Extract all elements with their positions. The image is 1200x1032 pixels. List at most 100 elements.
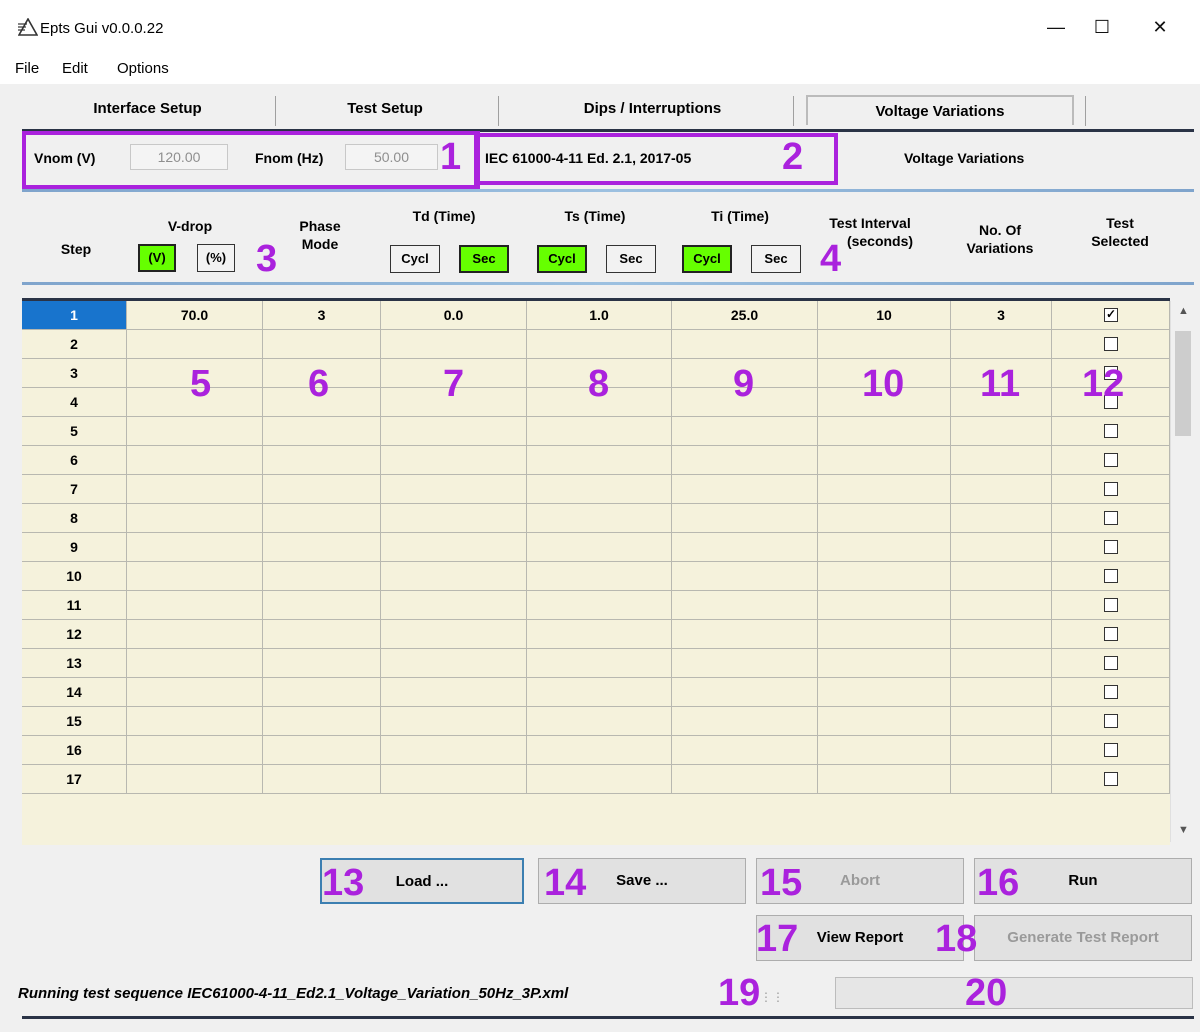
step-number[interactable]: 2: [22, 330, 127, 359]
step-number[interactable]: 9: [22, 533, 127, 562]
step-number[interactable]: 15: [22, 707, 127, 736]
step-number[interactable]: 14: [22, 678, 127, 707]
phase-cell[interactable]: [263, 417, 381, 446]
td-cell[interactable]: [381, 417, 527, 446]
phase-cell[interactable]: [263, 649, 381, 678]
td-cell[interactable]: [381, 649, 527, 678]
ti-cell[interactable]: [672, 504, 818, 533]
ts-cell[interactable]: [527, 765, 672, 794]
table-row[interactable]: 2: [22, 330, 1170, 359]
ts-cell[interactable]: [527, 330, 672, 359]
scroll-down-icon[interactable]: ▼: [1178, 824, 1189, 836]
test-selected-cell[interactable]: [1052, 591, 1170, 620]
variations-cell[interactable]: [951, 707, 1052, 736]
test-selected-checkbox[interactable]: [1104, 569, 1118, 583]
interval-cell[interactable]: [818, 475, 951, 504]
table-row[interactable]: 12: [22, 620, 1170, 649]
test-selected-checkbox[interactable]: ✓: [1104, 308, 1118, 322]
td-sec-toggle[interactable]: Sec: [459, 245, 509, 273]
variations-cell[interactable]: [951, 446, 1052, 475]
test-selected-cell[interactable]: [1052, 562, 1170, 591]
variations-cell[interactable]: [951, 417, 1052, 446]
td-cell[interactable]: [381, 736, 527, 765]
variations-cell[interactable]: [951, 620, 1052, 649]
ti-sec-toggle[interactable]: Sec: [751, 245, 801, 273]
ts-cell[interactable]: [527, 475, 672, 504]
tab-voltage-variations[interactable]: Voltage Variations: [830, 103, 1050, 125]
table-row[interactable]: 9: [22, 533, 1170, 562]
scroll-thumb[interactable]: [1175, 331, 1191, 436]
table-row[interactable]: 16: [22, 736, 1170, 765]
step-number[interactable]: 16: [22, 736, 127, 765]
phase-cell[interactable]: [263, 620, 381, 649]
vdrop-cell[interactable]: [127, 504, 263, 533]
phase-cell[interactable]: [263, 330, 381, 359]
step-number[interactable]: 8: [22, 504, 127, 533]
test-selected-checkbox[interactable]: [1104, 714, 1118, 728]
step-number[interactable]: 6: [22, 446, 127, 475]
step-number[interactable]: 4: [22, 388, 127, 417]
test-selected-cell[interactable]: [1052, 649, 1170, 678]
step-number[interactable]: 11: [22, 591, 127, 620]
phase-cell[interactable]: 3: [263, 301, 381, 330]
interval-cell[interactable]: [818, 562, 951, 591]
ts-cell[interactable]: [527, 707, 672, 736]
vdrop-cell[interactable]: [127, 620, 263, 649]
td-cell[interactable]: [381, 765, 527, 794]
test-selected-checkbox[interactable]: [1104, 511, 1118, 525]
vdrop-percent-toggle[interactable]: (%): [197, 244, 235, 272]
ts-cell[interactable]: [527, 736, 672, 765]
variations-cell[interactable]: [951, 765, 1052, 794]
td-cell[interactable]: [381, 533, 527, 562]
interval-cell[interactable]: [818, 707, 951, 736]
ti-cell[interactable]: 25.0: [672, 301, 818, 330]
test-selected-cell[interactable]: [1052, 504, 1170, 533]
interval-cell[interactable]: [818, 649, 951, 678]
interval-cell[interactable]: [818, 330, 951, 359]
phase-cell[interactable]: [263, 446, 381, 475]
vdrop-cell[interactable]: [127, 562, 263, 591]
variations-cell[interactable]: [951, 591, 1052, 620]
test-selected-checkbox[interactable]: [1104, 540, 1118, 554]
phase-cell[interactable]: [263, 504, 381, 533]
step-number[interactable]: 5: [22, 417, 127, 446]
step-number[interactable]: 10: [22, 562, 127, 591]
ts-cell[interactable]: [527, 620, 672, 649]
td-cell[interactable]: [381, 562, 527, 591]
vdrop-cell[interactable]: [127, 475, 263, 504]
ti-cell[interactable]: [672, 649, 818, 678]
td-cell[interactable]: [381, 678, 527, 707]
variations-cell[interactable]: 3: [951, 301, 1052, 330]
ts-cell[interactable]: [527, 591, 672, 620]
table-row[interactable]: 1 70.0 3 0.0 1.0 25.0 10 3 ✓: [22, 301, 1170, 330]
interval-cell[interactable]: [818, 591, 951, 620]
ts-sec-toggle[interactable]: Sec: [606, 245, 656, 273]
ti-cell[interactable]: [672, 765, 818, 794]
ti-cell[interactable]: [672, 330, 818, 359]
phase-cell[interactable]: [263, 475, 381, 504]
maximize-button[interactable]: ☐: [1082, 10, 1122, 44]
tab-test-setup[interactable]: Test Setup: [310, 100, 460, 122]
phase-cell[interactable]: [263, 591, 381, 620]
menu-options[interactable]: Options: [117, 60, 169, 77]
table-row[interactable]: 17: [22, 765, 1170, 794]
vdrop-volts-toggle[interactable]: (V): [138, 244, 176, 272]
variations-cell[interactable]: [951, 475, 1052, 504]
test-selected-checkbox[interactable]: [1104, 656, 1118, 670]
ts-cell[interactable]: [527, 533, 672, 562]
interval-cell[interactable]: [818, 533, 951, 562]
test-selected-cell[interactable]: [1052, 678, 1170, 707]
phase-cell[interactable]: [263, 736, 381, 765]
variations-cell[interactable]: [951, 649, 1052, 678]
interval-cell[interactable]: [818, 765, 951, 794]
grid-scrollbar[interactable]: ▲ ▼: [1170, 301, 1195, 842]
test-selected-checkbox[interactable]: [1104, 772, 1118, 786]
ts-cell[interactable]: [527, 504, 672, 533]
vdrop-cell[interactable]: [127, 736, 263, 765]
td-cell[interactable]: [381, 475, 527, 504]
phase-cell[interactable]: [263, 765, 381, 794]
table-row[interactable]: 13: [22, 649, 1170, 678]
vdrop-cell[interactable]: [127, 649, 263, 678]
menu-file[interactable]: File: [15, 60, 39, 77]
table-row[interactable]: 5: [22, 417, 1170, 446]
